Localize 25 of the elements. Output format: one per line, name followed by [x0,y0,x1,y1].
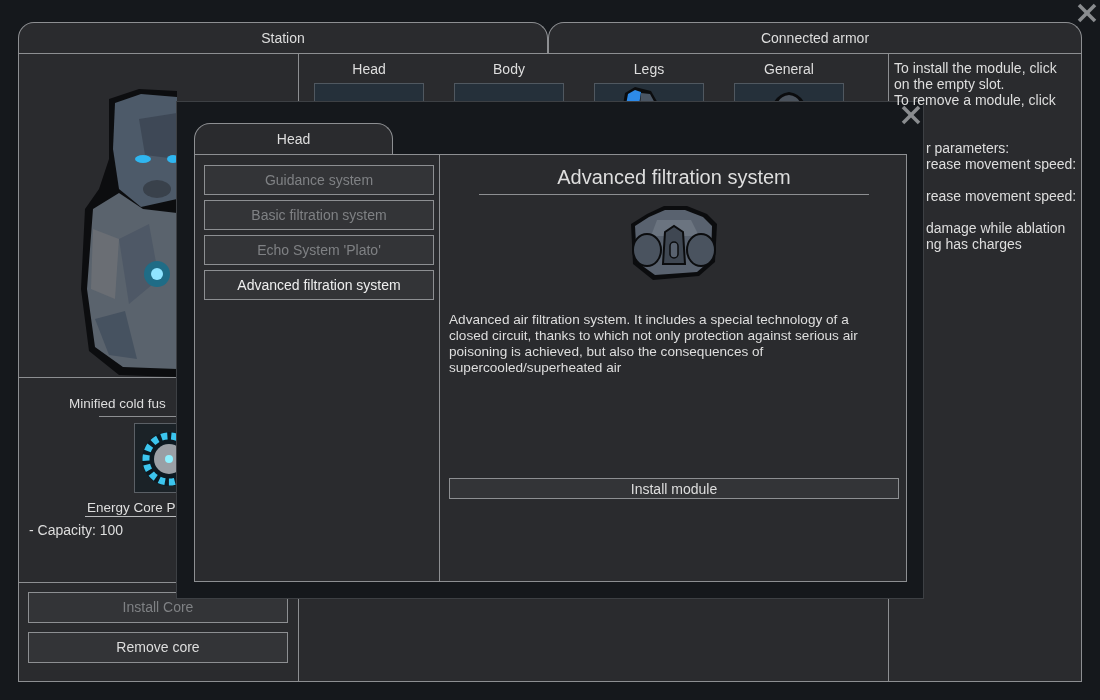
slot-label: Body [492,60,526,79]
section-header: Station [18,22,548,53]
help-text: To install the module, click [894,60,1058,76]
help-text: To remove a module, click [894,92,1057,108]
help-text: ng has charges [926,236,1023,252]
slot-label: General [763,60,815,79]
help-text: r parameters: [926,140,1011,156]
close-icon[interactable] [900,105,922,125]
help-text: on the empty slot. [894,76,1006,92]
help-text: rease movement speed: [926,188,1078,204]
module-title: Advanced filtration system [556,165,792,190]
slot-label: Legs [632,60,666,79]
section-header: Connected armor [548,22,1082,53]
close-icon[interactable] [1076,3,1098,23]
help-text: rease movement speed: [926,156,1078,172]
slot-label: Head [351,60,387,79]
tab[interactable]: Head [194,123,393,154]
core-title: Minified cold fus [68,396,167,413]
install-button[interactable]: Install module [449,478,899,499]
gas-mask-icon [629,206,719,280]
action-button[interactable]: Remove core [28,632,288,663]
module-description: Advanced air filtration system. It includes a special technology of a closed circuit, thanks to which not only protection against serious air poisoning is achieved, but also the consequences of supercooled/superheated air [449,312,859,376]
stat-text: - Capacity: 100 [29,521,125,540]
module-item[interactable]: Advanced filtration system [204,270,434,300]
help-text: damage while ablation [926,220,1067,236]
